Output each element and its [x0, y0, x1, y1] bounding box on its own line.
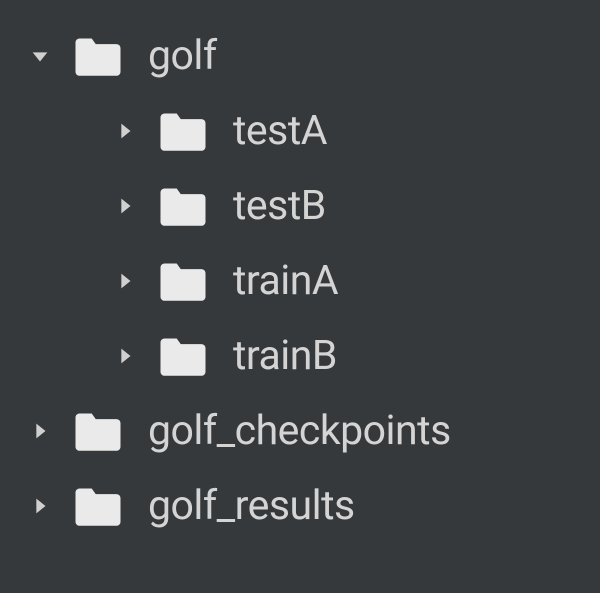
tree-item-label: golf_results — [148, 482, 355, 530]
chevron-right-icon[interactable] — [105, 261, 145, 301]
folder-icon — [155, 253, 211, 309]
tree-item-trainB[interactable]: trainB — [0, 318, 600, 393]
tree-item-testB[interactable]: testB — [0, 168, 600, 243]
folder-icon — [155, 328, 211, 384]
tree-item-label: golf — [148, 32, 217, 80]
tree-item-trainA[interactable]: trainA — [0, 243, 600, 318]
tree-item-label: testA — [233, 107, 327, 155]
chevron-right-icon[interactable] — [105, 111, 145, 151]
tree-item-label: golf_checkpoints — [148, 407, 451, 455]
tree-item-testA[interactable]: testA — [0, 93, 600, 168]
folder-icon — [70, 478, 126, 534]
tree-item-golf[interactable]: golf — [0, 18, 600, 93]
tree-item-label: trainA — [233, 257, 338, 305]
folder-icon — [155, 103, 211, 159]
tree-item-golf-results[interactable]: golf_results — [0, 468, 600, 543]
folder-icon — [70, 28, 126, 84]
chevron-right-icon[interactable] — [20, 486, 60, 526]
chevron-down-icon[interactable] — [20, 36, 60, 76]
chevron-right-icon[interactable] — [105, 186, 145, 226]
tree-item-label: testB — [233, 182, 326, 230]
chevron-right-icon[interactable] — [105, 336, 145, 376]
tree-item-label: trainB — [233, 332, 337, 380]
tree-item-golf-checkpoints[interactable]: golf_checkpoints — [0, 393, 600, 468]
chevron-right-icon[interactable] — [20, 411, 60, 451]
folder-icon — [155, 178, 211, 234]
folder-icon — [70, 403, 126, 459]
